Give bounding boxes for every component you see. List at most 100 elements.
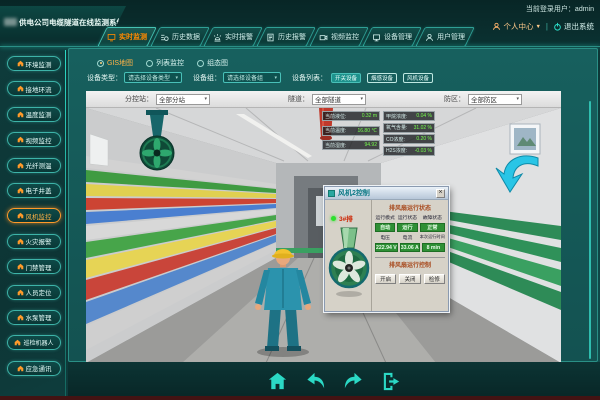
sensor-temperature: 当前温度:16.80 ℃ [322, 126, 380, 136]
sidebar-item-label: 水泵管理 [26, 312, 52, 322]
tab-video-monitor[interactable]: 视频监控 [309, 27, 369, 47]
sidebar-item-fiber-temp[interactable]: 光纤测温 [7, 158, 61, 173]
sidebar-item-temp-monitor[interactable]: 温度监测 [7, 107, 61, 122]
sidebar-item-label: 视频监控 [26, 135, 52, 145]
taskbar-edge [0, 396, 600, 400]
house-icon [17, 162, 24, 169]
tab-label: 用户管理 [437, 32, 465, 42]
run-state-value: 运行 [397, 223, 417, 232]
tab-label: 历史报警 [278, 32, 306, 42]
tab-history-alarm[interactable]: 历史报警 [256, 27, 316, 47]
scrollbar[interactable] [589, 101, 591, 359]
dialog-titlebar[interactable]: 风机2控制 × [325, 187, 448, 200]
device-button-switch[interactable]: 开关设备 [331, 73, 361, 83]
tab-realtime-alarm[interactable]: 实时报警 [203, 27, 263, 47]
sidebar-item-emergency-comm[interactable]: 应急通讯 [7, 361, 61, 376]
sidebar: 环境监测 接地环流 温度监测 视频监控 光纤测温 电子井盖 风机监控 火灾报警 [7, 56, 61, 386]
tab-device-mgmt[interactable]: 设备管理 [362, 27, 422, 47]
sidebar-item-video-monitor[interactable]: 视频监控 [7, 132, 61, 147]
tunnel-filter-label: 隧道： [288, 94, 309, 104]
current-value: 33.06 A [400, 243, 420, 252]
user-area: 当前登录用户：admin 个人中心 ▼ | 退出系统 [492, 4, 594, 32]
sensor-co: CO浓度:0.20 % [383, 134, 435, 144]
device-type-value: 请选择设备类型 [128, 73, 170, 82]
exit-icon[interactable] [380, 370, 403, 393]
fan-stop-button[interactable]: 关闭 [399, 274, 420, 284]
device-type-label: 设备类型： [87, 73, 122, 83]
house-icon [17, 111, 24, 118]
login-user-text: 当前登录用户：admin [492, 4, 594, 14]
fan-start-button[interactable]: 开启 [375, 274, 396, 284]
sidebar-item-fan-monitor[interactable]: 风机监控 [7, 208, 61, 223]
chevron-down-icon: ▾ [516, 96, 519, 102]
divider: | [546, 22, 548, 31]
house-icon [17, 187, 24, 194]
sidebar-item-access-control[interactable]: 门禁管理 [7, 259, 61, 274]
sidebar-item-inspection-robot[interactable]: 巡检机器人 [7, 335, 61, 350]
sensor-methane: 甲烷浓度:0.04 % [383, 111, 435, 121]
house-icon [17, 365, 24, 372]
main-panel: GIS地图 列表监控 组态图 设备类型： 请选择设备类型 ▾ 设备组： 请选择设… [68, 48, 598, 362]
radio-list-monitor[interactable]: 列表监控 [146, 58, 184, 68]
app-window: 供电公司电缆隧道在线监测系统 实时监测 历史数据 实时报警 [0, 0, 600, 400]
house-icon [17, 85, 24, 92]
user-mgmt-icon [425, 33, 434, 42]
tab-label: 实时监测 [119, 32, 147, 42]
tunnel-select[interactable]: 全部隧道▾ [312, 94, 366, 105]
forward-icon[interactable] [342, 370, 365, 393]
device-button-smoke[interactable]: 烟感设备 [367, 73, 397, 83]
tab-user-mgmt[interactable]: 用户管理 [415, 27, 475, 47]
logout-label: 退出系统 [564, 21, 594, 32]
tunnel-scene: 分控站： 全部分站▾ 隧道： 全部隧道▾ 防区： 全部防区▾ [86, 91, 561, 363]
video-monitor-icon [319, 33, 328, 42]
house-icon [17, 263, 24, 270]
sidebar-item-personnel-location[interactable]: 人员定位 [7, 285, 61, 300]
logout-link[interactable]: 退出系统 [553, 21, 594, 32]
status-led [331, 216, 336, 221]
sidebar-item-electronic-manhole[interactable]: 电子井盖 [7, 183, 61, 198]
page-title: 供电公司电缆隧道在线监测系统 [19, 17, 124, 28]
zone-select[interactable]: 全部防区▾ [468, 94, 522, 105]
house-icon [17, 289, 24, 296]
device-type-select[interactable]: 请选择设备类型 ▾ [124, 72, 182, 83]
house-icon [14, 339, 21, 346]
fan-control-dialog: 风机2控制 × 3#排 [324, 186, 449, 312]
sensor-liquid-level: 当前液位:0.32 m [322, 111, 380, 121]
house-icon [17, 212, 24, 219]
sensor-h2s: H2S浓度:-0.03 % [383, 146, 435, 156]
close-icon[interactable]: × [436, 189, 445, 198]
person-icon [492, 22, 501, 31]
radio-gis-map[interactable]: GIS地图 [97, 58, 133, 68]
radio-icon [97, 60, 104, 67]
realtime-monitor-icon [107, 33, 116, 42]
substation-filter-label: 分控站： [125, 94, 153, 104]
sidebar-item-fire-alarm[interactable]: 火灾报警 [7, 234, 61, 249]
personal-center-label: 个人中心 [503, 21, 533, 32]
device-button-fan[interactable]: 风机设备 [403, 73, 433, 83]
tab-realtime-monitor[interactable]: 实时监测 [97, 27, 157, 47]
fan-maintenance-button[interactable]: 检修 [424, 274, 445, 284]
house-icon [17, 314, 24, 321]
current-label: 电流 [397, 234, 417, 241]
radio-icon [146, 60, 153, 67]
sidebar-item-ground-circulation[interactable]: 接地环流 [7, 81, 61, 96]
fault-state-value: 正常 [420, 223, 445, 232]
house-icon [17, 238, 24, 245]
run-mode-label: 运行模式 [375, 214, 395, 221]
device-group-select[interactable]: 请选择设备组 ▾ [223, 72, 281, 83]
substation-select[interactable]: 全部分站▾ [156, 94, 210, 105]
chevron-down-icon: ▾ [360, 96, 363, 102]
sidebar-item-env-monitor[interactable]: 环境监测 [7, 56, 61, 71]
radio-scada-view[interactable]: 组态图 [197, 58, 228, 68]
sensor-humidity: 当前湿度:94.92 [322, 140, 380, 150]
sidebar-item-pump-mgmt[interactable]: 水泵管理 [7, 310, 61, 325]
back-icon[interactable] [304, 370, 327, 393]
personal-center-link[interactable]: 个人中心 ▼ [492, 21, 540, 32]
tab-history-data[interactable]: 历史数据 [150, 27, 210, 47]
runtime-label: 本次运行时间 [420, 234, 445, 241]
radio-label: 组态图 [207, 58, 228, 68]
home-icon[interactable] [266, 370, 289, 393]
device-list-label: 设备列表： [292, 73, 327, 83]
tab-label: 历史数据 [172, 32, 200, 42]
realtime-alarm-icon [213, 33, 222, 42]
